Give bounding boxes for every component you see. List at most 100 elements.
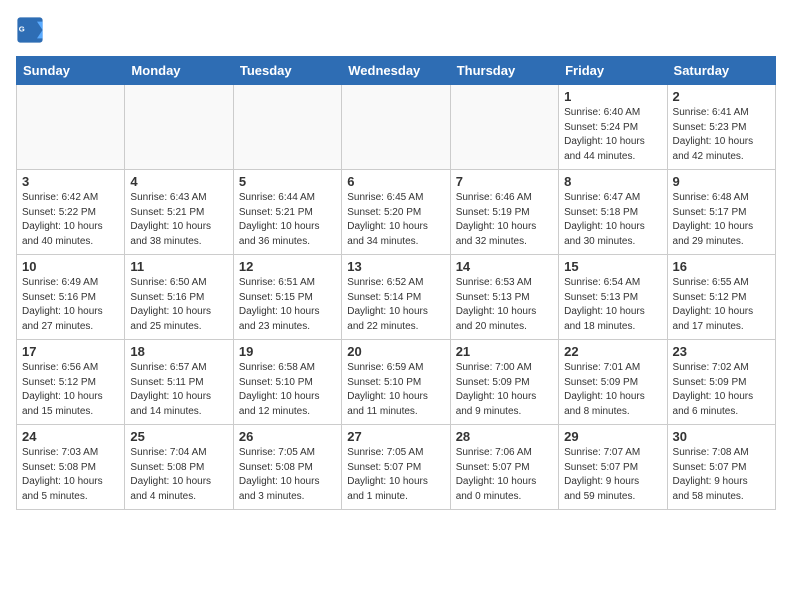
calendar-cell: 10 Sunrise: 6:49 AM Sunset: 5:16 PM Dayli… [17,255,125,340]
day-number: 23 [673,344,770,359]
day-info: Sunrise: 6:44 AM Sunset: 5:21 PM Dayligh… [239,191,336,249]
day-info: Sunrise: 6:42 AM Sunset: 5:22 PM Dayligh… [22,191,119,249]
calendar-cell: 30 Sunrise: 7:08 AM Sunset: 5:07 PM Dayli… [667,425,775,510]
calendar-cell: 8 Sunrise: 6:47 AM Sunset: 5:18 PM Daylig… [559,170,667,255]
day-number: 1 [564,89,661,104]
day-number: 30 [673,429,770,444]
day-number: 22 [564,344,661,359]
logo: G [16,16,48,44]
day-info: Sunrise: 7:02 AM Sunset: 5:09 PM Dayligh… [673,361,770,419]
day-number: 10 [22,259,119,274]
calendar-cell: 15 Sunrise: 6:54 AM Sunset: 5:13 PM Dayli… [559,255,667,340]
day-number: 18 [130,344,227,359]
day-number: 15 [564,259,661,274]
calendar-cell: 26 Sunrise: 7:05 AM Sunset: 5:08 PM Dayli… [233,425,341,510]
calendar-cell: 22 Sunrise: 7:01 AM Sunset: 5:09 PM Dayli… [559,340,667,425]
calendar-table: SundayMondayTuesdayWednesdayThursdayFrid… [16,56,776,510]
day-number: 11 [130,259,227,274]
day-header-sunday: Sunday [17,57,125,85]
calendar-cell: 28 Sunrise: 7:06 AM Sunset: 5:07 PM Dayli… [450,425,558,510]
day-header-tuesday: Tuesday [233,57,341,85]
calendar-cell [17,85,125,170]
calendar-cell [450,85,558,170]
calendar-cell: 12 Sunrise: 6:51 AM Sunset: 5:15 PM Dayli… [233,255,341,340]
calendar-cell: 17 Sunrise: 6:56 AM Sunset: 5:12 PM Dayli… [17,340,125,425]
day-info: Sunrise: 6:51 AM Sunset: 5:15 PM Dayligh… [239,276,336,334]
day-header-saturday: Saturday [667,57,775,85]
day-number: 7 [456,174,553,189]
day-number: 8 [564,174,661,189]
day-number: 28 [456,429,553,444]
day-header-friday: Friday [559,57,667,85]
day-info: Sunrise: 7:06 AM Sunset: 5:07 PM Dayligh… [456,446,553,504]
calendar-cell: 4Sunrise: 6:43 AM Sunset: 5:21 PM Daylig… [125,170,233,255]
calendar-cell: 27 Sunrise: 7:05 AM Sunset: 5:07 PM Dayli… [342,425,450,510]
day-number: 9 [673,174,770,189]
calendar-cell: 19 Sunrise: 6:58 AM Sunset: 5:10 PM Dayli… [233,340,341,425]
day-number: 17 [22,344,119,359]
day-info: Sunrise: 7:04 AM Sunset: 5:08 PM Dayligh… [130,446,227,504]
day-info: Sunrise: 7:08 AM Sunset: 5:07 PM Dayligh… [673,446,770,504]
day-info: Sunrise: 6:54 AM Sunset: 5:13 PM Dayligh… [564,276,661,334]
day-info: Sunrise: 6:46 AM Sunset: 5:19 PM Dayligh… [456,191,553,249]
day-header-monday: Monday [125,57,233,85]
week-row-4: 17 Sunrise: 6:56 AM Sunset: 5:12 PM Dayli… [17,340,776,425]
day-info: Sunrise: 7:00 AM Sunset: 5:09 PM Dayligh… [456,361,553,419]
calendar-cell: 13Sunrise: 6:52 AM Sunset: 5:14 PM Dayli… [342,255,450,340]
week-row-1: 1 Sunrise: 6:40 AM Sunset: 5:24 PM Daylig… [17,85,776,170]
week-row-3: 10 Sunrise: 6:49 AM Sunset: 5:16 PM Dayli… [17,255,776,340]
calendar-cell: 18 Sunrise: 6:57 AM Sunset: 5:11 PM Dayli… [125,340,233,425]
day-info: Sunrise: 7:07 AM Sunset: 5:07 PM Dayligh… [564,446,661,504]
calendar-cell: 24 Sunrise: 7:03 AM Sunset: 5:08 PM Dayli… [17,425,125,510]
day-info: Sunrise: 6:57 AM Sunset: 5:11 PM Dayligh… [130,361,227,419]
day-number: 6 [347,174,444,189]
calendar-cell: 21 Sunrise: 7:00 AM Sunset: 5:09 PM Dayli… [450,340,558,425]
day-number: 24 [22,429,119,444]
calendar-cell: 3Sunrise: 6:42 AM Sunset: 5:22 PM Daylig… [17,170,125,255]
calendar-cell: 5 Sunrise: 6:44 AM Sunset: 5:21 PM Daylig… [233,170,341,255]
day-number: 14 [456,259,553,274]
day-info: Sunrise: 6:47 AM Sunset: 5:18 PM Dayligh… [564,191,661,249]
day-info: Sunrise: 6:55 AM Sunset: 5:12 PM Dayligh… [673,276,770,334]
day-info: Sunrise: 6:50 AM Sunset: 5:16 PM Dayligh… [130,276,227,334]
calendar-body: 1 Sunrise: 6:40 AM Sunset: 5:24 PM Daylig… [17,85,776,510]
day-header-wednesday: Wednesday [342,57,450,85]
day-info: Sunrise: 6:40 AM Sunset: 5:24 PM Dayligh… [564,106,661,164]
day-info: Sunrise: 6:49 AM Sunset: 5:16 PM Dayligh… [22,276,119,334]
day-number: 19 [239,344,336,359]
calendar-cell: 20Sunrise: 6:59 AM Sunset: 5:10 PM Dayli… [342,340,450,425]
calendar-cell: 29Sunrise: 7:07 AM Sunset: 5:07 PM Dayli… [559,425,667,510]
day-number: 27 [347,429,444,444]
day-info: Sunrise: 7:05 AM Sunset: 5:08 PM Dayligh… [239,446,336,504]
day-number: 2 [673,89,770,104]
calendar-cell [233,85,341,170]
calendar-cell: 16Sunrise: 6:55 AM Sunset: 5:12 PM Dayli… [667,255,775,340]
day-header-thursday: Thursday [450,57,558,85]
day-number: 20 [347,344,444,359]
day-info: Sunrise: 7:05 AM Sunset: 5:07 PM Dayligh… [347,446,444,504]
day-info: Sunrise: 7:01 AM Sunset: 5:09 PM Dayligh… [564,361,661,419]
week-row-5: 24 Sunrise: 7:03 AM Sunset: 5:08 PM Dayli… [17,425,776,510]
day-info: Sunrise: 6:56 AM Sunset: 5:12 PM Dayligh… [22,361,119,419]
day-number: 5 [239,174,336,189]
calendar-cell: 2 Sunrise: 6:41 AM Sunset: 5:23 PM Daylig… [667,85,775,170]
day-info: Sunrise: 7:03 AM Sunset: 5:08 PM Dayligh… [22,446,119,504]
day-info: Sunrise: 6:58 AM Sunset: 5:10 PM Dayligh… [239,361,336,419]
svg-text:G: G [19,24,25,33]
calendar-cell: 23 Sunrise: 7:02 AM Sunset: 5:09 PM Dayli… [667,340,775,425]
calendar-cell: 1 Sunrise: 6:40 AM Sunset: 5:24 PM Daylig… [559,85,667,170]
calendar-cell: 14 Sunrise: 6:53 AM Sunset: 5:13 PM Dayli… [450,255,558,340]
day-number: 21 [456,344,553,359]
day-number: 26 [239,429,336,444]
calendar-cell [342,85,450,170]
day-number: 12 [239,259,336,274]
general-blue-logo-icon: G [16,16,44,44]
calendar-cell: 7 Sunrise: 6:46 AM Sunset: 5:19 PM Daylig… [450,170,558,255]
calendar-cell: 6Sunrise: 6:45 AM Sunset: 5:20 PM Daylig… [342,170,450,255]
day-info: Sunrise: 6:41 AM Sunset: 5:23 PM Dayligh… [673,106,770,164]
day-info: Sunrise: 6:52 AM Sunset: 5:14 PM Dayligh… [347,276,444,334]
header: G [16,16,776,44]
week-row-2: 3Sunrise: 6:42 AM Sunset: 5:22 PM Daylig… [17,170,776,255]
day-info: Sunrise: 6:48 AM Sunset: 5:17 PM Dayligh… [673,191,770,249]
day-info: Sunrise: 6:53 AM Sunset: 5:13 PM Dayligh… [456,276,553,334]
